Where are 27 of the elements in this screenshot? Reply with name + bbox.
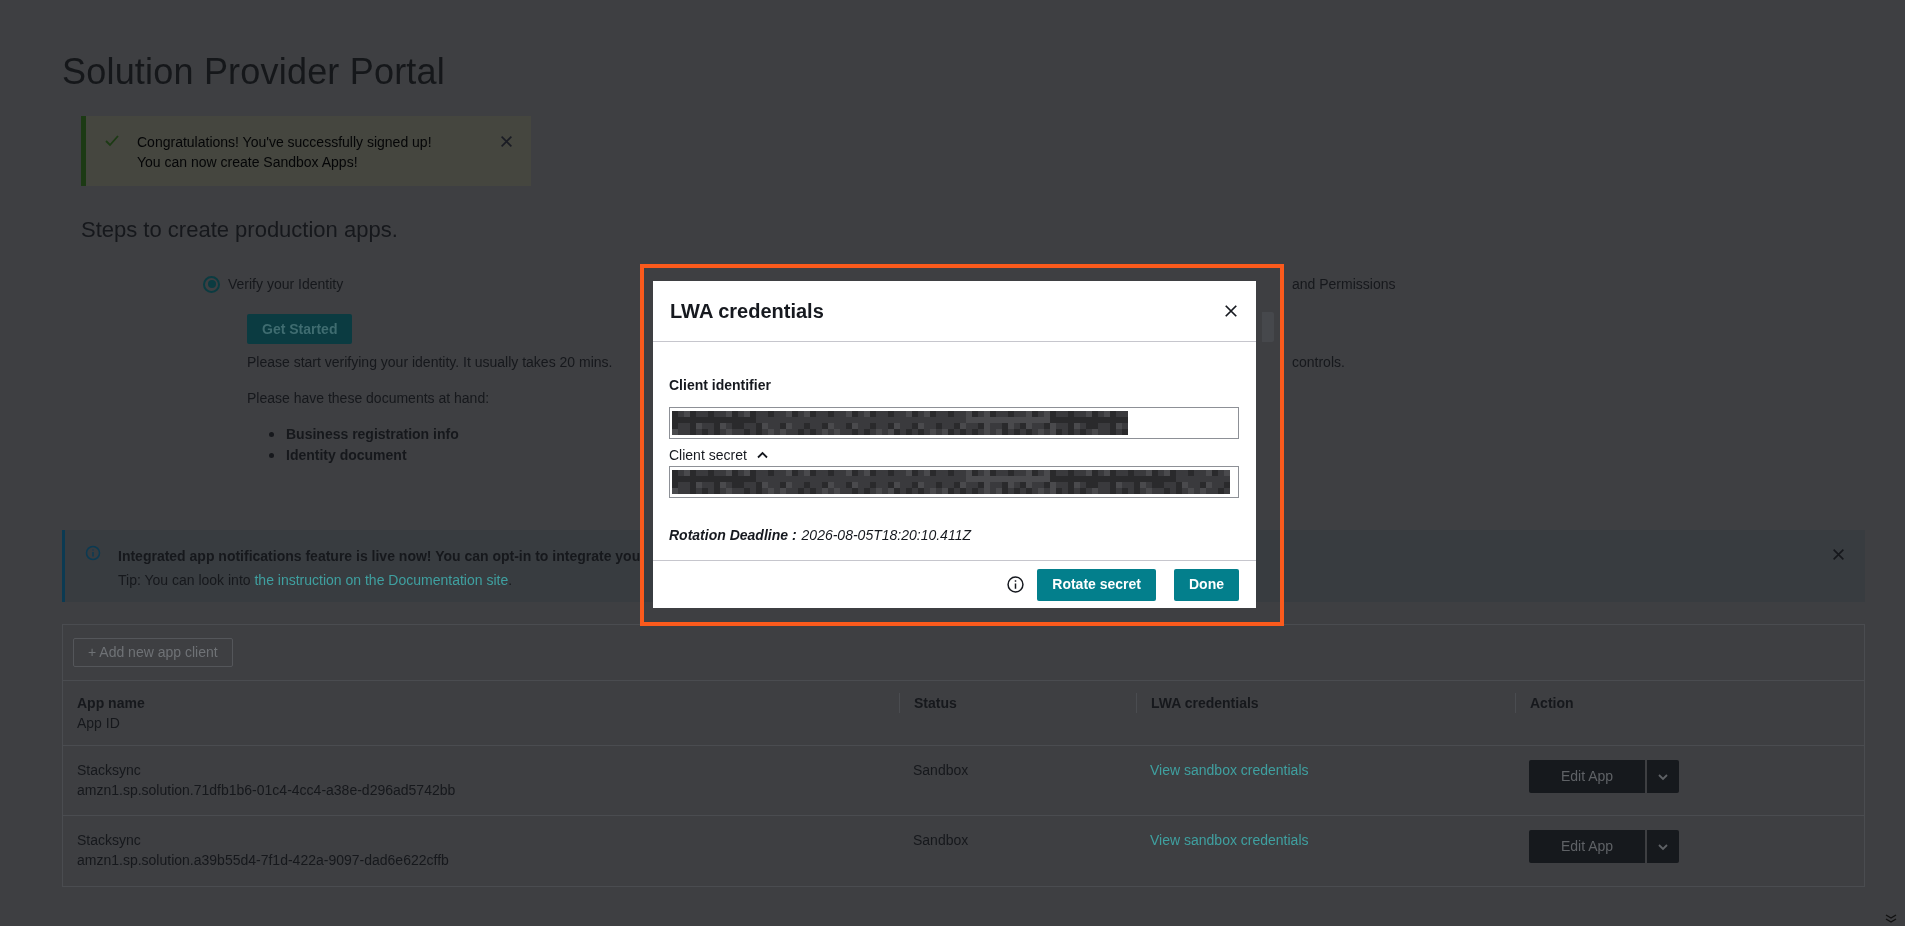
field-label: Client identifier	[669, 377, 772, 393]
info-icon	[85, 545, 101, 561]
dropdown-button[interactable]	[1647, 830, 1679, 863]
flash-message: Congratulations! You've successfully signed up!	[137, 133, 432, 152]
credential-field[interactable]	[669, 466, 1239, 498]
feedback-icon[interactable]	[1884, 912, 1898, 924]
close-icon[interactable]	[1224, 304, 1238, 318]
credential-field[interactable]	[669, 407, 1239, 439]
credentials-link[interactable]: View sandbox credentials	[1136, 760, 1515, 780]
info-icon[interactable]	[1007, 576, 1025, 593]
rotate-secret-button[interactable]: Rotate secret	[1037, 568, 1156, 601]
flash-message: You can now create Sandbox Apps!	[137, 153, 358, 172]
edit-app-button[interactable]: Edit App	[1529, 830, 1645, 863]
credentials-link[interactable]: View sandbox credentials	[1136, 830, 1515, 850]
edit-app-button[interactable]: Edit App	[1529, 760, 1645, 793]
checkmark-icon	[104, 133, 120, 149]
documentation-link[interactable]: the instruction on the Documentation site	[254, 572, 509, 588]
deadline-label: Rotation Deadline :	[669, 526, 797, 545]
dropdown-button[interactable]	[1647, 760, 1679, 793]
field-label: Client secret	[669, 447, 747, 463]
deadline-value: 2026-08-05T18:20:10.411Z	[801, 526, 971, 545]
done-button[interactable]: Done	[1174, 568, 1239, 601]
bullet-icon	[269, 453, 274, 458]
bullet-icon	[269, 432, 274, 437]
chevron-up-icon[interactable]	[756, 451, 768, 459]
radio-button[interactable]	[203, 275, 220, 293]
dialog-title: LWA credentials	[670, 299, 824, 324]
